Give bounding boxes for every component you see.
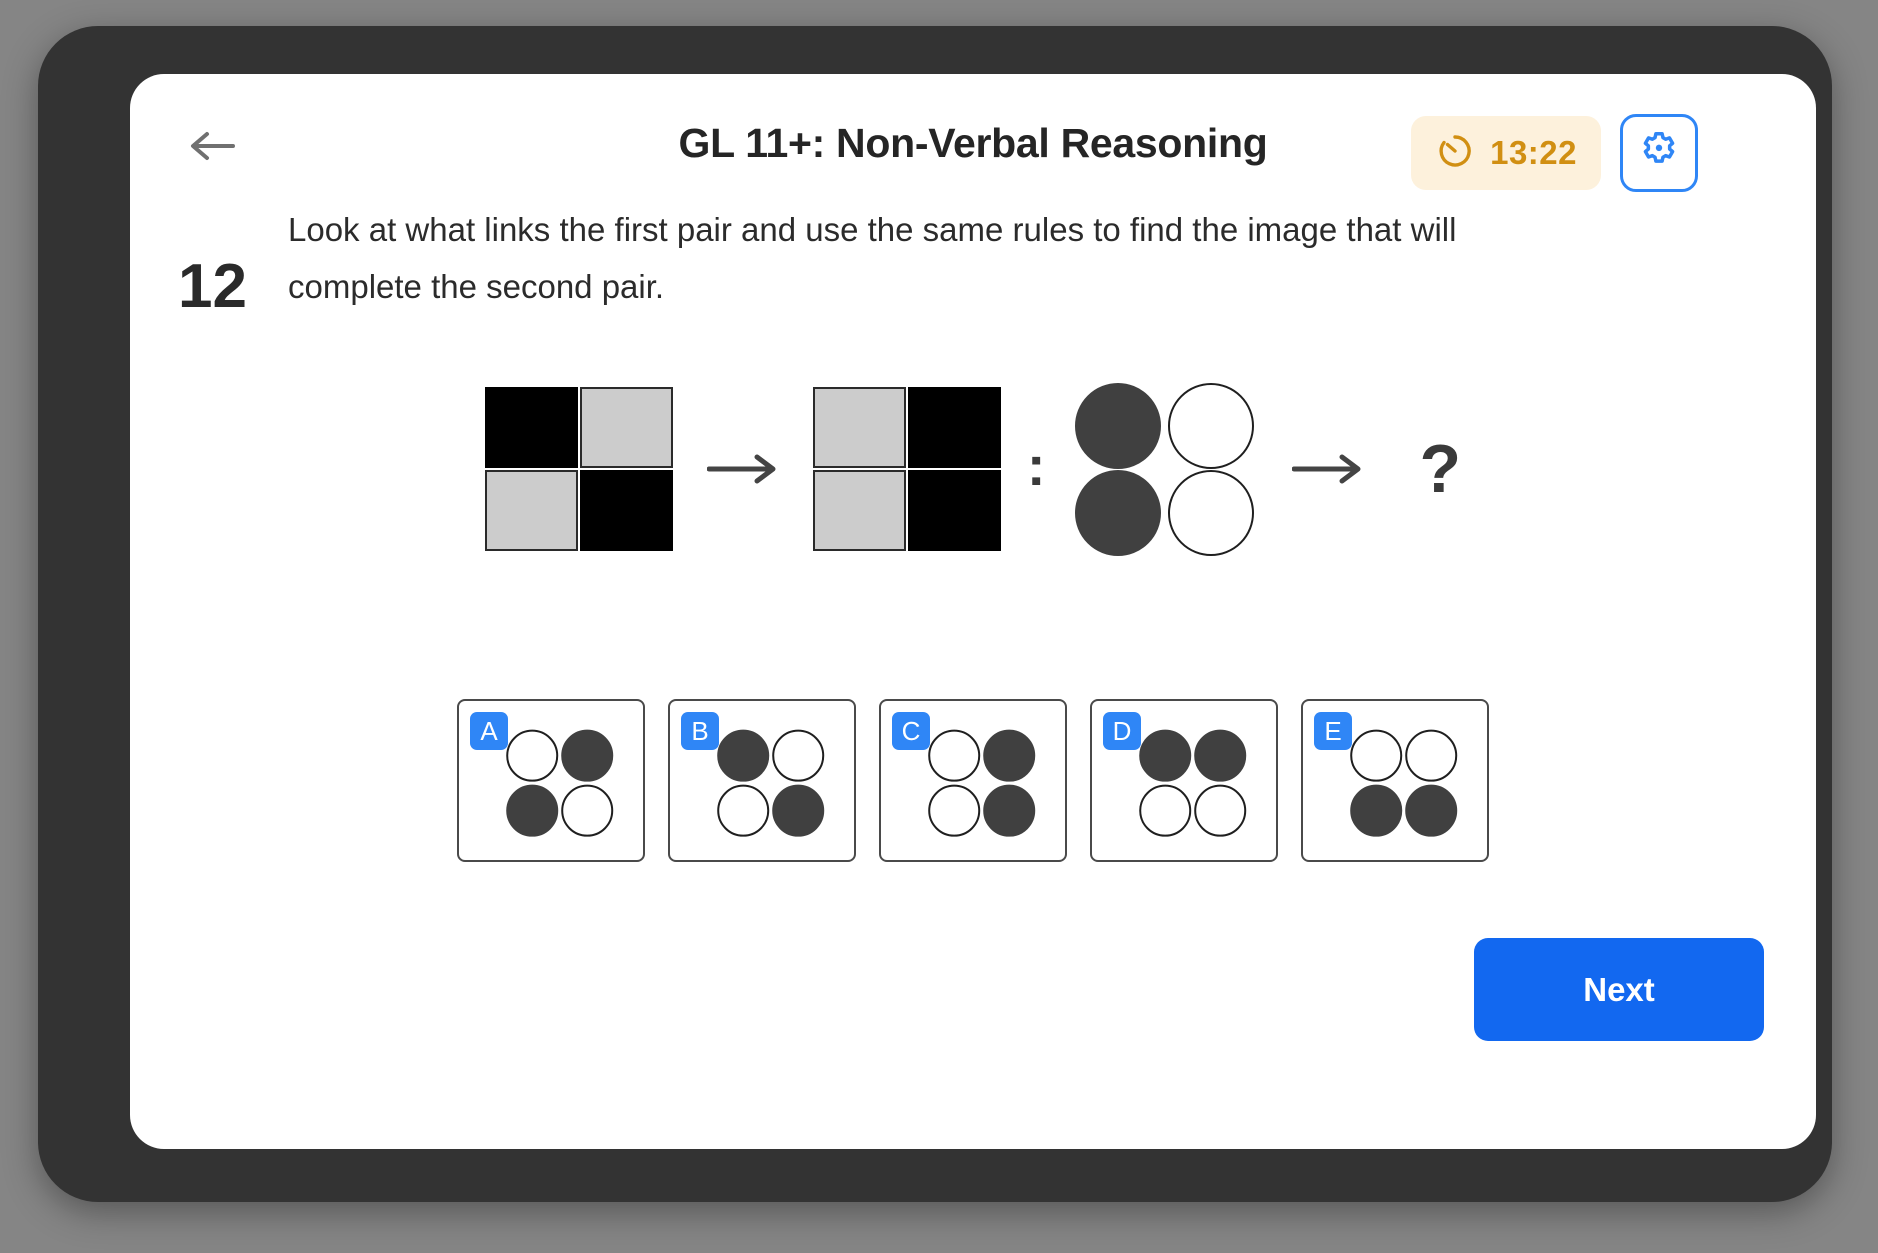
figure-cell (1075, 382, 1162, 469)
arrow-right-icon-2 (1291, 452, 1364, 486)
figure-cell (484, 470, 578, 551)
answer-options: A B C D E (130, 699, 1816, 862)
figure-cell (812, 387, 906, 468)
option-figure (927, 728, 1036, 837)
figure-cell (1075, 469, 1162, 556)
app-screen: GL 11+: Non-Verbal Reasoning 13:22 12 Lo… (130, 74, 1816, 1149)
stimulus-figure-2 (812, 387, 1001, 551)
option-cell (1350, 729, 1403, 782)
app-header: GL 11+: Non-Verbal Reasoning 13:22 (130, 74, 1816, 214)
option-cell (772, 729, 825, 782)
figure-cell (1168, 469, 1255, 556)
option-label: B (681, 712, 719, 750)
figure-cell (579, 470, 673, 551)
question-text: Look at what links the first pair and us… (288, 211, 1457, 305)
analogy-colon: : (1026, 434, 1046, 497)
option-card-c[interactable]: C (879, 699, 1067, 862)
stimulus-row: : ? (130, 359, 1816, 579)
option-cell (506, 729, 559, 782)
timer-value: 13:22 (1490, 134, 1577, 171)
option-figure (1349, 728, 1458, 837)
option-label: D (1103, 712, 1141, 750)
figure-cell (907, 470, 1001, 551)
question-number: 12 (178, 252, 247, 321)
option-cell (1405, 784, 1458, 837)
option-cell (717, 729, 770, 782)
option-cell (1139, 784, 1192, 837)
option-cell (1139, 729, 1192, 782)
arrow-right-icon-1 (706, 452, 779, 486)
gear-icon (1637, 129, 1681, 178)
option-cell (1194, 729, 1247, 782)
option-cell (1194, 784, 1247, 837)
option-cell (717, 784, 770, 837)
option-cell (928, 729, 981, 782)
option-label: A (470, 712, 508, 750)
option-card-a[interactable]: A (457, 699, 645, 862)
device-bezel: GL 11+: Non-Verbal Reasoning 13:22 12 Lo… (38, 26, 1832, 1202)
stimulus-figure-1 (484, 387, 673, 551)
option-cell (928, 784, 981, 837)
option-card-d[interactable]: D (1090, 699, 1278, 862)
unknown-answer-placeholder: ? (1419, 431, 1462, 507)
option-label: C (892, 712, 930, 750)
figure-cell (484, 387, 578, 468)
timer-chip: 13:22 (1411, 116, 1601, 190)
option-label: E (1314, 712, 1352, 750)
figure-cell (1168, 382, 1255, 469)
timer-icon (1435, 131, 1475, 176)
option-cell (1350, 784, 1403, 837)
option-figure (505, 728, 614, 837)
option-cell (561, 784, 614, 837)
option-cell (983, 729, 1036, 782)
option-card-e[interactable]: E (1301, 699, 1489, 862)
stimulus-figure-3 (1072, 382, 1258, 556)
figure-cell (907, 387, 1001, 468)
option-figure (716, 728, 825, 837)
figure-cell (812, 470, 906, 551)
option-card-b[interactable]: B (668, 699, 856, 862)
option-figure (1138, 728, 1247, 837)
option-cell (772, 784, 825, 837)
settings-button[interactable] (1620, 114, 1698, 192)
option-cell (506, 784, 559, 837)
figure-cell (579, 387, 673, 468)
option-cell (1405, 729, 1458, 782)
option-cell (983, 784, 1036, 837)
next-button[interactable]: Next (1474, 938, 1764, 1041)
option-cell (561, 729, 614, 782)
